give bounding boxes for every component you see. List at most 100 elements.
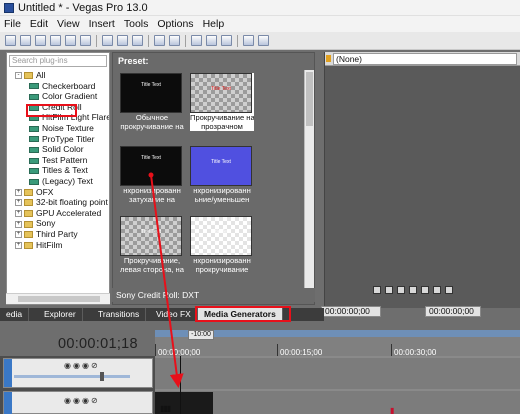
tree-item[interactable]: + GPU Accelerated <box>9 208 109 219</box>
preset-preview-image[interactable]: Title Text <box>120 216 182 256</box>
window-title: Untitled * - Vegas Pro 13.0 <box>18 1 148 14</box>
preset-caption-line2: левая сторона, на <box>120 265 184 274</box>
tree-item[interactable]: Checkerboard <box>9 81 109 92</box>
tree-item[interactable]: Titles & Text <box>9 165 109 176</box>
copy-icon[interactable] <box>117 35 128 46</box>
preset-thumbnail[interactable]: Title Text нхронизированн ьние/уменьшен <box>190 146 254 204</box>
playhead-cursor[interactable] <box>180 356 181 414</box>
cut-icon[interactable] <box>102 35 113 46</box>
prev-frame-icon[interactable] <box>433 286 441 294</box>
selection-tool-icon[interactable] <box>221 35 232 46</box>
menu-insert[interactable]: Insert <box>85 18 120 30</box>
folder-icon <box>24 241 33 249</box>
tree-item[interactable]: - All <box>9 70 109 81</box>
tree-item[interactable]: Noise Texture <box>9 123 109 134</box>
plugin-search-input[interactable]: Search plug-ins <box>9 55 107 67</box>
tab-transitions[interactable]: Transitions <box>92 308 147 321</box>
preset-caption-line2: прозрачном <box>201 122 243 131</box>
slider-handle[interactable] <box>100 372 104 381</box>
preset-thumbnail[interactable]: Title Text Прокручивание, левая сторона, н… <box>120 216 184 274</box>
toolbar-divider <box>185 34 186 47</box>
next-frame-icon[interactable] <box>445 286 453 294</box>
preset-thumbnail[interactable]: Title Text нхронизированн прокручивание <box>190 216 254 274</box>
media-clip[interactable]: ▮▮▮ <box>155 392 213 414</box>
preset-thumbnail[interactable]: Title Text Прокручивание на прозрачном <box>190 73 254 131</box>
tree-item[interactable]: +32-bit floating point <box>9 197 109 208</box>
envelope-tool-icon[interactable] <box>206 35 217 46</box>
menu-file[interactable]: File <box>0 18 26 30</box>
menu-tools[interactable]: Tools <box>120 18 154 30</box>
undo-icon[interactable] <box>154 35 165 46</box>
preset-preview-image[interactable]: Title Text <box>190 146 252 186</box>
scrollbar-thumb[interactable] <box>18 296 100 302</box>
save-icon[interactable] <box>35 35 46 46</box>
timeline-ruler[interactable]: -10:00 00:00:00;00 00:00:15;00 00:00:30;… <box>155 330 520 357</box>
play-icon[interactable] <box>397 286 405 294</box>
track-level-slider[interactable] <box>14 375 130 378</box>
expand-icon[interactable]: + <box>15 188 22 196</box>
loop-icon[interactable] <box>373 286 381 294</box>
zoom-tool-icon[interactable] <box>243 35 254 46</box>
tree-item[interactable]: + HitFilm <box>9 240 109 251</box>
open-icon[interactable] <box>20 35 31 46</box>
tree-item[interactable]: + OFX <box>9 187 109 198</box>
save-as-icon[interactable] <box>50 35 61 46</box>
tree-item[interactable]: ProType Titler <box>9 134 109 145</box>
track-buttons[interactable]: ◉◉◉⊘ <box>64 361 100 370</box>
redo-icon[interactable] <box>169 35 180 46</box>
menu-edit[interactable]: Edit <box>26 18 53 30</box>
stop-icon[interactable] <box>421 286 429 294</box>
tree-item[interactable]: Solid Color <box>9 144 109 155</box>
menu-help[interactable]: Help <box>199 18 230 30</box>
folder-icon <box>24 209 33 217</box>
preset-caption-line1: Прокручивание на <box>190 113 254 122</box>
video-preview-pane: (None) 00:00:00;00 00:00:00;00 <box>321 52 520 317</box>
tab-explorer[interactable]: Explorer <box>38 308 83 321</box>
plugin-tree: - All Checkerboard Color Gradient Credit Rol… <box>9 70 109 250</box>
menu-options[interactable]: Options <box>153 18 198 30</box>
preset-preview-image[interactable]: Title Text <box>120 73 182 113</box>
tree-horizontal-scrollbar[interactable] <box>6 293 110 304</box>
play-from-start-icon[interactable] <box>385 286 393 294</box>
pin-icon[interactable] <box>326 55 331 62</box>
preset-preview-image[interactable]: Title Text <box>120 146 182 186</box>
tab-video-fx[interactable]: Video FX <box>150 308 198 321</box>
tree-item[interactable]: + Third Party <box>9 229 109 240</box>
audio-track-header[interactable]: ◉◉◉⊘ <box>3 391 153 414</box>
pause-icon[interactable] <box>409 286 417 294</box>
render-icon[interactable] <box>65 35 76 46</box>
tab-project-media[interactable]: edia <box>0 308 30 321</box>
preset-preview-image[interactable]: Title Text <box>190 216 252 256</box>
paste-icon[interactable] <box>132 35 143 46</box>
help-icon[interactable] <box>258 35 269 46</box>
track-area[interactable]: ▮▮▮ ▮ <box>155 356 520 414</box>
main-toolbar <box>0 32 520 50</box>
normal-edit-tool-icon[interactable] <box>191 35 202 46</box>
preset-thumbnail[interactable]: Title Text Обычное прокручивание на <box>120 73 184 131</box>
preview-source-select[interactable]: (None) <box>333 53 517 65</box>
expand-icon[interactable]: + <box>15 231 22 239</box>
title-bar: Untitled * - Vegas Pro 13.0 <box>0 0 520 16</box>
preset-vertical-scrollbar[interactable] <box>304 70 314 288</box>
collapse-icon[interactable]: - <box>15 72 22 80</box>
new-project-icon[interactable] <box>5 35 16 46</box>
tree-item[interactable]: Test Pattern <box>9 155 109 166</box>
preset-caption-line1: нхронизированн <box>193 256 251 265</box>
video-track-lane[interactable] <box>155 358 520 389</box>
menu-view[interactable]: View <box>53 18 85 30</box>
preset-thumbnail[interactable]: Title Text нхронизированн затухание на <box>120 146 184 204</box>
track-buttons[interactable]: ◉◉◉⊘ <box>64 396 100 405</box>
scrollbar-thumb[interactable] <box>306 72 313 126</box>
video-track-header[interactable]: ◉◉◉⊘ <box>3 358 153 388</box>
tree-item[interactable]: (Legacy) Text <box>9 176 109 187</box>
tree-item[interactable]: + Sony <box>9 218 109 229</box>
expand-icon[interactable]: + <box>15 199 22 207</box>
tree-item[interactable]: Color Gradient <box>9 91 109 102</box>
expand-icon[interactable]: + <box>15 220 22 228</box>
expand-icon[interactable]: + <box>15 209 22 217</box>
properties-icon[interactable] <box>80 35 91 46</box>
expand-icon[interactable]: + <box>15 241 22 249</box>
preset-preview-image[interactable]: Title Text <box>190 73 252 113</box>
loop-region-marker[interactable]: -10:00 <box>188 330 214 340</box>
preview-timecode-right: 00:00:00;00 <box>425 306 481 317</box>
